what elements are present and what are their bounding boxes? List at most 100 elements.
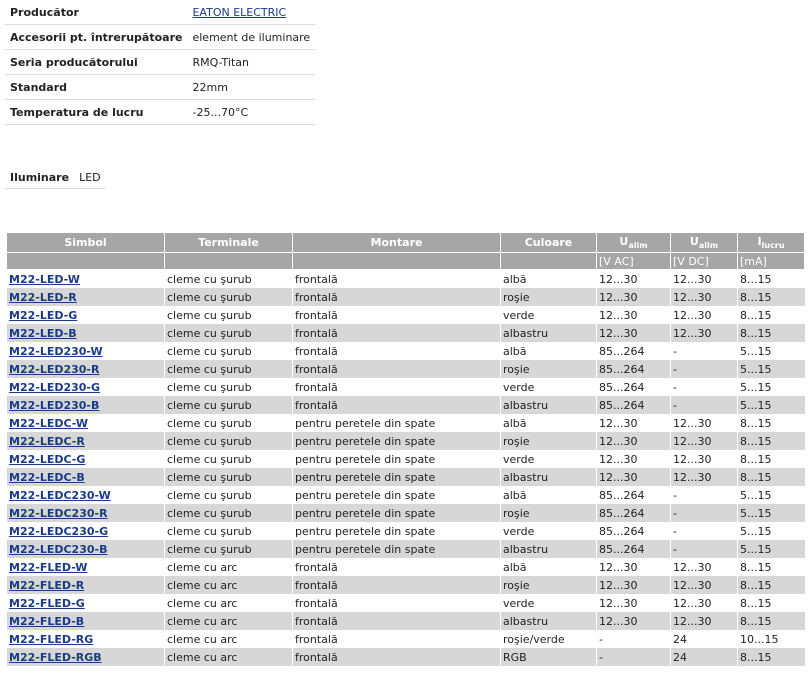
header-ualim-dc-sub: alim xyxy=(698,241,719,251)
property-row: Standard 22mm xyxy=(5,74,316,100)
cell-culoare: roşie xyxy=(500,432,597,450)
cell-culoare: albă xyxy=(500,414,597,432)
table-row: M22-LEDC230-W cleme cu şurub pentru perete… xyxy=(6,486,805,504)
cell-montare: frontală xyxy=(292,630,501,648)
cell-culoare: albastru xyxy=(500,540,597,558)
cell-simbol: M22-LEDC230-G xyxy=(6,522,165,540)
product-link[interactable]: M22-LEDC-B xyxy=(9,471,85,484)
product-link[interactable]: M22-LEDC230-W xyxy=(9,489,111,502)
cell-culoare: verde xyxy=(500,306,597,324)
header-ualim-dc[interactable]: Ualim xyxy=(670,232,738,253)
property-row: Seria producătorului RMQ-Titan xyxy=(5,49,316,75)
cell-culoare: albastru xyxy=(500,468,597,486)
cell-culoare: albă xyxy=(500,342,597,360)
product-link[interactable]: M22-FLED-R xyxy=(9,579,84,592)
header-ilucru[interactable]: Ilucru xyxy=(737,232,805,253)
cell-montare: frontală xyxy=(292,378,501,396)
product-link[interactable]: M22-LED-R xyxy=(9,291,77,304)
product-link[interactable]: M22-FLED-G xyxy=(9,597,85,610)
cell-ilucru: 8...15 xyxy=(737,306,805,324)
cell-culoare: albă xyxy=(500,486,597,504)
cell-ualim-ac: 85...264 xyxy=(596,522,671,540)
cell-ualim-dc: 12...30 xyxy=(670,450,738,468)
cell-ualim-dc: 12...30 xyxy=(670,432,738,450)
property-row: Temperatura de lucru -25...70°C xyxy=(5,99,316,125)
product-link[interactable]: M22-LED230-W xyxy=(9,345,103,358)
table-row: M22-LED230-G cleme cu şurub frontală verde 8… xyxy=(6,378,805,396)
table-row: M22-LEDC230-B cleme cu şurub pentru perete… xyxy=(6,540,805,558)
cell-montare: frontală xyxy=(292,342,501,360)
product-link[interactable]: M22-LED-W xyxy=(9,273,80,286)
cell-terminale: cleme cu arc xyxy=(164,630,293,648)
cell-simbol: M22-LED-B xyxy=(6,324,165,342)
units-empty xyxy=(292,252,501,270)
cell-culoare: roşie xyxy=(500,360,597,378)
cell-culoare: verde xyxy=(500,378,597,396)
table-row: M22-LED230-B cleme cu şurub frontală albast… xyxy=(6,396,805,414)
cell-culoare: verde xyxy=(500,450,597,468)
cell-ualim-ac: 85...264 xyxy=(596,360,671,378)
cell-ilucru: 8...15 xyxy=(737,432,805,450)
illumination-row: Iluminare LED xyxy=(5,166,106,189)
cell-ualim-ac: 12...30 xyxy=(596,269,671,288)
cell-montare: frontală xyxy=(292,324,501,342)
product-link[interactable]: M22-LED230-B xyxy=(9,399,99,412)
cell-simbol: M22-FLED-RG xyxy=(6,630,165,648)
cell-ilucru: 8...15 xyxy=(737,450,805,468)
cell-ualim-ac: 12...30 xyxy=(596,450,671,468)
cell-ualim-ac: 12...30 xyxy=(596,288,671,306)
product-link[interactable]: M22-LED-G xyxy=(9,309,77,322)
product-link[interactable]: M22-LEDC-G xyxy=(9,453,85,466)
product-link[interactable]: M22-FLED-RG xyxy=(9,633,93,646)
product-link[interactable]: M22-FLED-RGB xyxy=(9,651,102,664)
header-culoare[interactable]: Culoare xyxy=(500,232,597,253)
header-montare[interactable]: Montare xyxy=(292,232,501,253)
product-link[interactable]: M22-LED230-G xyxy=(9,381,100,394)
cell-ilucru: 5...15 xyxy=(737,486,805,504)
cell-terminale: cleme cu şurub xyxy=(164,324,293,342)
property-label: Seria producătorului xyxy=(5,49,188,75)
table-row: M22-LED-R cleme cu şurub frontală roşie 12..… xyxy=(6,288,805,306)
table-row: M22-LED230-R cleme cu şurub frontală roşie 8… xyxy=(6,360,805,378)
cell-ualim-ac: 85...264 xyxy=(596,396,671,414)
cell-montare: pentru peretele din spate xyxy=(292,522,501,540)
cell-simbol: M22-LEDC-B xyxy=(6,468,165,486)
illumination-label: Iluminare xyxy=(5,166,75,189)
product-link[interactable]: M22-LEDC230-R xyxy=(9,507,108,520)
cell-ualim-dc: 12...30 xyxy=(670,306,738,324)
products-header-row: Simbol Terminale Montare Culoare Ualim U… xyxy=(6,232,805,253)
product-link[interactable]: M22-FLED-W xyxy=(9,561,87,574)
cell-ualim-dc: 24 xyxy=(670,648,738,666)
table-row: M22-FLED-W cleme cu arc frontală albă 12...3… xyxy=(6,558,805,576)
product-link[interactable]: M22-LEDC-W xyxy=(9,417,88,430)
cell-terminale: cleme cu şurub xyxy=(164,378,293,396)
products-table: Simbol Terminale Montare Culoare Ualim U… xyxy=(6,232,805,666)
cell-ualim-dc: - xyxy=(670,504,738,522)
cell-montare: frontală xyxy=(292,594,501,612)
units-ma: [mA] xyxy=(737,252,805,270)
product-link[interactable]: M22-LEDC-R xyxy=(9,435,85,448)
cell-terminale: cleme cu şurub xyxy=(164,504,293,522)
product-link[interactable]: M22-LEDC230-G xyxy=(9,525,108,538)
header-ualim-dc-main: U xyxy=(689,234,699,248)
cell-ualim-ac: 12...30 xyxy=(596,324,671,342)
cell-ilucru: 8...15 xyxy=(737,648,805,666)
cell-ualim-ac: 12...30 xyxy=(596,594,671,612)
cell-ualim-ac: 85...264 xyxy=(596,378,671,396)
cell-montare: pentru peretele din spate xyxy=(292,432,501,450)
cell-terminale: cleme cu arc xyxy=(164,612,293,630)
cell-montare: pentru peretele din spate xyxy=(292,540,501,558)
manufacturer-link[interactable]: EATON ELECTRIC xyxy=(192,6,286,19)
cell-ualim-dc: 12...30 xyxy=(670,324,738,342)
product-link[interactable]: M22-LEDC230-B xyxy=(9,543,107,556)
header-simbol[interactable]: Simbol xyxy=(6,232,165,253)
cell-ualim-ac: 12...30 xyxy=(596,576,671,594)
header-ualim-ac[interactable]: Ualim xyxy=(596,232,671,253)
cell-culoare: roşie xyxy=(500,504,597,522)
product-link[interactable]: M22-FLED-B xyxy=(9,615,84,628)
product-link[interactable]: M22-LED230-R xyxy=(9,363,99,376)
cell-montare: frontală xyxy=(292,288,501,306)
product-link[interactable]: M22-LED-B xyxy=(9,327,77,340)
header-terminale[interactable]: Terminale xyxy=(164,232,293,253)
cell-ilucru: 5...15 xyxy=(737,360,805,378)
